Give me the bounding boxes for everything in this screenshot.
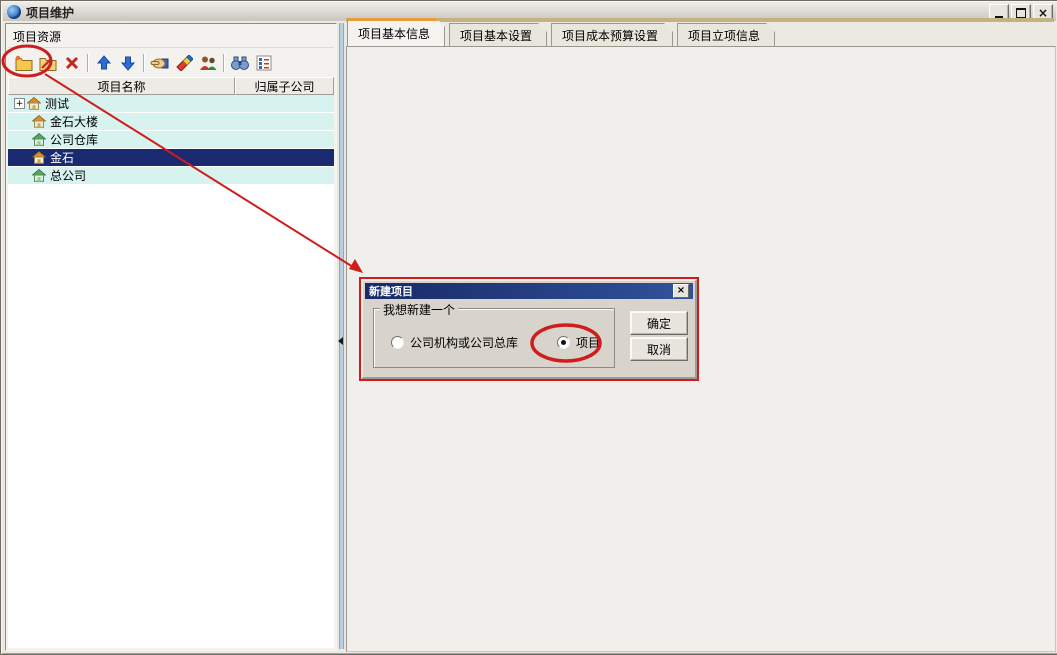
close-icon: × bbox=[1038, 8, 1048, 18]
tab-project-basic-settings[interactable]: 项目基本设置 bbox=[449, 23, 547, 46]
delete-icon bbox=[64, 55, 80, 71]
users-button[interactable] bbox=[196, 52, 220, 74]
tree-item-label: 公司仓库 bbox=[50, 131, 98, 148]
tab-strip: 项目基本信息 项目基本设置 项目成本预算设置 项目立项信息 bbox=[347, 22, 779, 46]
tree-item-label: 测试 bbox=[45, 95, 69, 112]
dialog-cancel-label: 取消 bbox=[647, 341, 671, 358]
tree-row[interactable]: 公司仓库 bbox=[8, 131, 334, 149]
new-project-dialog: 新建项目 × 我想新建一个 公司机构或公司总库 项目 确定 取消 bbox=[359, 277, 699, 381]
maximize-icon bbox=[1016, 8, 1026, 18]
erase-button[interactable] bbox=[172, 52, 196, 74]
select-button[interactable] bbox=[148, 52, 172, 74]
dialog-choice-group-label: 我想新建一个 bbox=[380, 301, 458, 318]
radio-project-label[interactable]: 项目 bbox=[576, 334, 600, 351]
house-green-icon bbox=[32, 169, 46, 182]
move-down-button[interactable] bbox=[116, 52, 140, 74]
radio-company-label[interactable]: 公司机构或公司总库 bbox=[410, 334, 518, 351]
new-folder-button[interactable] bbox=[12, 52, 36, 74]
dialog-title-bar[interactable]: 新建项目 × bbox=[365, 283, 693, 299]
tab-project-cost-budget[interactable]: 项目成本预算设置 bbox=[551, 23, 673, 46]
dialog-title: 新建项目 bbox=[369, 283, 413, 299]
tree-row[interactable]: + 测试 bbox=[8, 95, 334, 113]
close-icon: × bbox=[677, 286, 685, 296]
column-header-project-name[interactable]: 项目名称 bbox=[8, 77, 235, 95]
house-icon bbox=[32, 151, 46, 164]
toolbar-separator bbox=[143, 54, 145, 72]
house-icon bbox=[32, 115, 46, 128]
eraser-pencil-icon bbox=[175, 55, 193, 71]
report-grid-icon bbox=[256, 55, 272, 71]
radio-project[interactable]: 项目 bbox=[557, 334, 600, 351]
dialog-ok-label: 确定 bbox=[647, 315, 671, 332]
new-folder-icon bbox=[14, 55, 34, 71]
tree-item-label: 金石大楼 bbox=[50, 113, 98, 130]
house-green-icon bbox=[32, 133, 46, 146]
toolbar-separator bbox=[223, 54, 225, 72]
toolbar-separator bbox=[87, 54, 89, 72]
tree-item-label: 总公司 bbox=[50, 167, 86, 184]
dialog-ok-button[interactable]: 确定 bbox=[630, 311, 688, 335]
panel-splitter[interactable] bbox=[337, 23, 345, 649]
tab-project-approval-info[interactable]: 项目立项信息 bbox=[677, 23, 775, 46]
project-resource-panel: 项目资源 bbox=[5, 23, 337, 651]
column-header-company[interactable]: 归属子公司 bbox=[235, 77, 334, 95]
dialog-close-button[interactable]: × bbox=[673, 284, 689, 298]
splitter-strip bbox=[339, 23, 344, 649]
panel-caption: 项目资源 bbox=[13, 28, 61, 45]
tree-row[interactable]: 总公司 bbox=[8, 167, 334, 185]
find-button[interactable] bbox=[228, 52, 252, 74]
users-icon bbox=[198, 55, 218, 71]
tree-toolbar bbox=[8, 47, 334, 77]
move-up-button[interactable] bbox=[92, 52, 116, 74]
move-up-icon bbox=[96, 55, 112, 71]
expand-icon[interactable]: + bbox=[14, 98, 25, 109]
radio-checked-icon[interactable] bbox=[557, 336, 570, 349]
house-icon bbox=[27, 97, 41, 110]
report-button[interactable] bbox=[252, 52, 276, 74]
pointing-hand-icon bbox=[150, 55, 170, 71]
project-tree: + 测试 金石大楼 公司仓库 bbox=[8, 95, 334, 648]
radio-unchecked-icon[interactable] bbox=[391, 336, 404, 349]
radio-dot bbox=[561, 340, 566, 345]
radio-company[interactable]: 公司机构或公司总库 bbox=[391, 334, 518, 351]
tab-project-basic-info[interactable]: 项目基本信息 bbox=[347, 18, 445, 46]
tree-row[interactable]: 金石大楼 bbox=[8, 113, 334, 131]
edit-folder-icon bbox=[38, 55, 58, 71]
dialog-frame: 新建项目 × 我想新建一个 公司机构或公司总库 项目 确定 取消 bbox=[361, 279, 697, 379]
edit-folder-button[interactable] bbox=[36, 52, 60, 74]
collapse-left-icon[interactable] bbox=[338, 337, 343, 345]
app-window: 项目维护 × 项目资源 bbox=[0, 0, 1057, 655]
binoculars-icon bbox=[230, 55, 250, 71]
tree-grid-header: 项目名称 归属子公司 bbox=[8, 77, 334, 95]
tree-item-label: 金石 bbox=[50, 149, 74, 166]
move-down-icon bbox=[120, 55, 136, 71]
delete-node-button[interactable] bbox=[60, 52, 84, 74]
tree-row-selected[interactable]: 金石 bbox=[8, 149, 334, 167]
dialog-cancel-button[interactable]: 取消 bbox=[630, 337, 688, 361]
app-icon bbox=[7, 5, 21, 19]
window-title: 项目维护 bbox=[26, 4, 74, 21]
